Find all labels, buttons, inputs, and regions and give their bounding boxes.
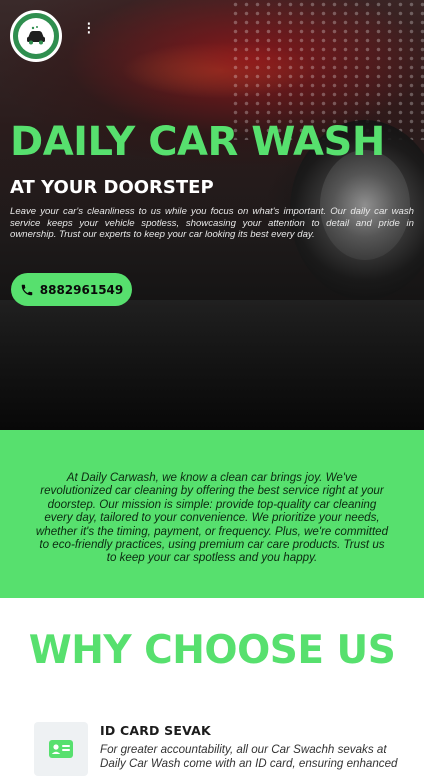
car-wash-logo-icon [27,26,45,45]
hero-subtitle: AT YOUR DOORSTEP [10,177,214,198]
hero-description: Leave your car's cleanliness to us while… [10,206,414,240]
why-choose-us-title: WHY CHOOSE US [28,628,396,673]
hero-section: ⁝ DAILY CAR WASH AT YOUR DOORSTEP Leave … [0,0,424,430]
phone-number: 8882961549 [39,282,124,297]
about-section: At Daily Carwash, we know a clean car br… [0,430,424,598]
feature-description: For greater accountability, all our Car … [100,743,398,770]
about-text: At Daily Carwash, we know a clean car br… [35,471,389,565]
phone-icon [21,284,32,295]
call-button[interactable]: 8882961549 [11,273,132,306]
id-card-icon [49,740,73,758]
menu-icon[interactable]: ⁝ [86,18,92,39]
hero-title: DAILY CAR WASH [10,119,385,165]
brand-logo[interactable] [10,10,62,62]
car-rim-image [320,150,410,260]
hero-floor-shade [0,300,424,430]
feature-title: ID CARD SEVAK [100,723,211,738]
